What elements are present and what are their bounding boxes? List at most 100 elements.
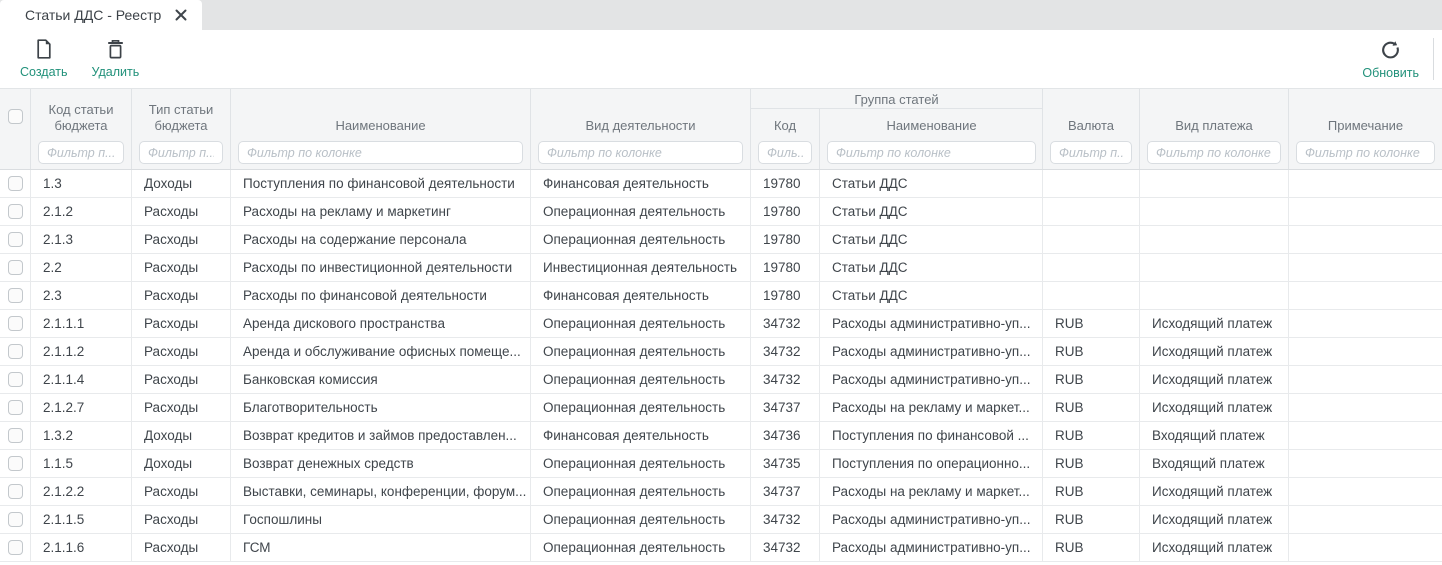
column-label: Вид деятельности — [531, 89, 750, 141]
create-button[interactable]: Создать — [20, 39, 68, 79]
cell-group-code: 34732 — [751, 506, 820, 533]
filter-input-payment-type[interactable] — [1147, 141, 1281, 164]
cell-currency: RUB — [1043, 506, 1140, 533]
cell-payment-type: Исходящий платеж — [1140, 338, 1289, 365]
row-checkbox[interactable] — [8, 176, 23, 191]
cell-payment-type: Входящий платеж — [1140, 450, 1289, 477]
filter-input-group-code[interactable] — [758, 141, 812, 164]
row-checkbox[interactable] — [8, 344, 23, 359]
column-header-type[interactable]: Тип статьи бюджета — [132, 89, 231, 169]
row-checkbox-cell — [0, 478, 31, 505]
cell-type: Расходы — [132, 226, 231, 253]
cell-note — [1289, 282, 1442, 309]
filter-input-activity[interactable] — [538, 141, 743, 164]
cell-activity: Операционная деятельность — [531, 310, 751, 337]
filter-input-type[interactable] — [139, 141, 223, 164]
cell-payment-type: Исходящий платеж — [1140, 394, 1289, 421]
table-row[interactable]: 2.1.2.2РасходыВыставки, семинары, конфер… — [0, 478, 1442, 506]
row-checkbox[interactable] — [8, 540, 23, 555]
cell-name: Расходы на содержание персонала — [231, 226, 531, 253]
column-label: Код — [751, 109, 819, 141]
table-row[interactable]: 2.1.1.4РасходыБанковская комиссияОпераци… — [0, 366, 1442, 394]
row-checkbox-cell — [0, 282, 31, 309]
cell-group-code: 19780 — [751, 198, 820, 225]
cell-type: Доходы — [132, 450, 231, 477]
row-checkbox-cell — [0, 506, 31, 533]
row-checkbox[interactable] — [8, 316, 23, 331]
cell-payment-type — [1140, 198, 1289, 225]
toolbar: Создать Удалить Обновить — [0, 30, 1442, 88]
cell-activity: Операционная деятельность — [531, 338, 751, 365]
column-header-payment-type[interactable]: Вид платежа — [1140, 89, 1289, 169]
cell-type: Расходы — [132, 506, 231, 533]
cell-code: 2.3 — [31, 282, 132, 309]
table-row[interactable]: 2.1.1.1РасходыАренда дискового пространс… — [0, 310, 1442, 338]
table-body: 1.3ДоходыПоступления по финансовой деяте… — [0, 170, 1442, 562]
cell-currency: RUB — [1043, 394, 1140, 421]
table-row[interactable]: 1.3.2ДоходыВозврат кредитов и займов пре… — [0, 422, 1442, 450]
column-label: Код статьи бюджета — [31, 89, 131, 141]
column-header-code[interactable]: Код статьи бюджета — [31, 89, 132, 169]
row-checkbox[interactable] — [8, 456, 23, 471]
cell-group-name: Расходы административно-уп... — [820, 366, 1043, 393]
column-header-note[interactable]: Примечание — [1289, 89, 1442, 169]
column-header-group-name[interactable]: Наименование — [820, 109, 1043, 169]
cell-note — [1289, 198, 1442, 225]
column-header-currency[interactable]: Валюта — [1043, 89, 1140, 169]
table-row[interactable]: 2.1.3РасходыРасходы на содержание персон… — [0, 226, 1442, 254]
cell-note — [1289, 534, 1442, 561]
table-row[interactable]: 2.1.2.7РасходыБлаготворительностьОпераци… — [0, 394, 1442, 422]
row-checkbox[interactable] — [8, 232, 23, 247]
cell-payment-type — [1140, 282, 1289, 309]
row-checkbox[interactable] — [8, 204, 23, 219]
table-row[interactable]: 2.2РасходыРасходы по инвестиционной деят… — [0, 254, 1442, 282]
column-label: Наименование — [820, 109, 1043, 141]
filter-input-group-name[interactable] — [827, 141, 1036, 164]
cell-code: 2.1.2 — [31, 198, 132, 225]
close-icon[interactable] — [175, 9, 187, 21]
cell-note — [1289, 254, 1442, 281]
table-row[interactable]: 2.3РасходыРасходы по финансовой деятельн… — [0, 282, 1442, 310]
filter-input-currency[interactable] — [1050, 141, 1132, 164]
table-row[interactable]: 2.1.1.5РасходыГоспошлиныОперационная дея… — [0, 506, 1442, 534]
row-checkbox[interactable] — [8, 512, 23, 527]
table-row[interactable]: 2.1.1.6РасходыГСМОперационная деятельнос… — [0, 534, 1442, 562]
row-checkbox-cell — [0, 198, 31, 225]
trash-icon — [107, 39, 124, 62]
cell-note — [1289, 310, 1442, 337]
cell-note — [1289, 478, 1442, 505]
table-row[interactable]: 1.3ДоходыПоступления по финансовой деяте… — [0, 170, 1442, 198]
cell-note — [1289, 394, 1442, 421]
column-header-name[interactable]: Наименование — [231, 89, 531, 169]
cell-code: 2.1.1.2 — [31, 338, 132, 365]
column-header-activity[interactable]: Вид деятельности — [531, 89, 751, 169]
refresh-button[interactable]: Обновить — [1362, 39, 1419, 80]
cell-note — [1289, 226, 1442, 253]
tab-stati-dds-reestr[interactable]: Статьи ДДС - Реестр — [0, 0, 202, 30]
select-all-checkbox[interactable] — [8, 109, 23, 124]
toolbar-separator — [1433, 38, 1434, 80]
cell-type: Расходы — [132, 310, 231, 337]
row-checkbox[interactable] — [8, 260, 23, 275]
row-checkbox[interactable] — [8, 400, 23, 415]
delete-button[interactable]: Удалить — [92, 39, 140, 79]
filter-input-code[interactable] — [38, 141, 124, 164]
cell-payment-type: Исходящий платеж — [1140, 366, 1289, 393]
cell-note — [1289, 366, 1442, 393]
cell-group-name: Расходы административно-уп... — [820, 534, 1043, 561]
row-checkbox[interactable] — [8, 484, 23, 499]
row-checkbox[interactable] — [8, 288, 23, 303]
cell-type: Расходы — [132, 338, 231, 365]
filter-input-name[interactable] — [238, 141, 523, 164]
table-row[interactable]: 1.1.5ДоходыВозврат денежных средствОпера… — [0, 450, 1442, 478]
cell-currency — [1043, 226, 1140, 253]
row-checkbox[interactable] — [8, 372, 23, 387]
cell-payment-type: Входящий платеж — [1140, 422, 1289, 449]
cell-type: Расходы — [132, 198, 231, 225]
filter-input-note[interactable] — [1296, 141, 1435, 164]
column-header-group-code[interactable]: Код — [751, 109, 820, 169]
column-group-label: Группа статей — [751, 89, 1042, 109]
table-row[interactable]: 2.1.1.2РасходыАренда и обслуживание офис… — [0, 338, 1442, 366]
row-checkbox[interactable] — [8, 428, 23, 443]
table-row[interactable]: 2.1.2РасходыРасходы на рекламу и маркети… — [0, 198, 1442, 226]
